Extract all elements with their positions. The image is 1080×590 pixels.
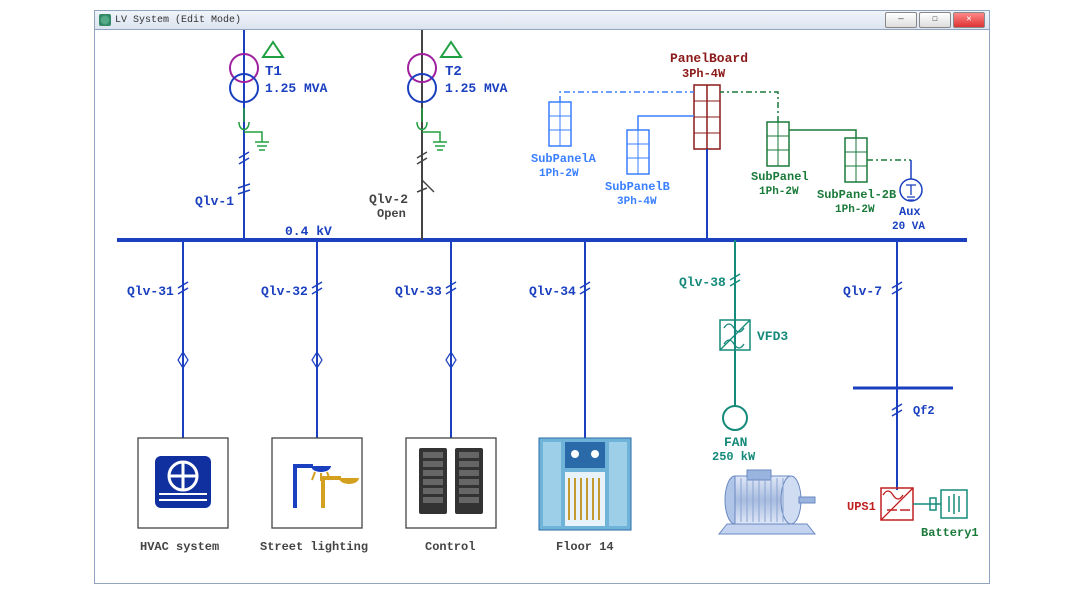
breaker-qlv38[interactable]: Qlv-38 [679,275,726,290]
street-light-icon [295,466,359,508]
panelboard-cfg: 3Ph-4W [682,67,726,81]
battery-label: Battery1 [921,526,979,540]
panelboard-label: PanelBoard [670,51,748,66]
ups-label: UPS1 [847,500,876,514]
feeder-ups[interactable]: Qlv-7 Qf2 UPS1 Battery1 [843,240,979,540]
feeder-control[interactable]: Qlv-33 Control [395,240,496,554]
fan-label: FAN [724,435,747,450]
window-close-button[interactable]: ✕ [953,12,985,28]
load-street-label: Street lighting [260,540,368,554]
subpanel-a-cfg: 1Ph-2W [539,168,579,180]
aux-label: Aux [899,205,921,219]
bus-voltage: 0.4 kV [285,224,332,239]
breaker-qlv34[interactable]: Qlv-34 [529,284,576,299]
t2-rating: 1.25 MVA [445,81,508,96]
single-line-diagram: T1 1.25 MVA Qlv-1 T2 [97,30,987,580]
hvac-icon [155,456,211,508]
app-icon [99,14,111,26]
breaker-qlv32[interactable]: Qlv-32 [261,284,308,299]
subpanel-a[interactable]: SubPanelA 1Ph-2W [531,92,694,180]
diagram-canvas[interactable]: T1 1.25 MVA Qlv-1 T2 [97,30,987,581]
subpanel-2b-cfg: 1Ph-2W [835,204,875,216]
feeder-street[interactable]: Qlv-32 Street lighting [260,240,368,554]
t2-label: T2 [445,64,462,80]
t1-label: T1 [265,64,282,80]
motor-icon [719,470,815,534]
transformer-t1[interactable]: T1 1.25 MVA Qlv-1 [195,30,328,220]
subpanel-1-cfg: 1Ph-2W [759,186,799,198]
subpanel-1[interactable]: SubPanel 1Ph-2W [720,92,809,198]
breaker-qlv2-state: Open [377,207,406,221]
breaker-qlv31[interactable]: Qlv-31 [127,284,174,299]
breaker-qlv7[interactable]: Qlv-7 [843,284,882,299]
feeder-fan[interactable]: Qlv-38 VFD3 FAN 250 kW [679,240,815,534]
feeder-floor14[interactable]: Qlv-34 Floor 14 [529,240,631,554]
panelboard-main[interactable]: PanelBoard 3Ph-4W [670,51,748,240]
subpanel-b[interactable]: SubPanelB 3Ph-4W [605,116,694,208]
subpanel-b-cfg: 3Ph-4W [617,196,657,208]
window-titlebar: LV System (Edit Mode) — ☐ ✕ [95,11,989,30]
breaker-qlv33[interactable]: Qlv-33 [395,284,442,299]
breaker-qlv1[interactable]: Qlv-1 [195,194,234,209]
fan-rating: 250 kW [712,450,756,464]
window-minimize-button[interactable]: — [885,12,917,28]
load-hvac-label: HVAC system [140,540,219,554]
transformer-t2[interactable]: T2 1.25 MVA Qlv-2 Open [369,30,508,221]
subpanel-b-label: SubPanelB [605,180,670,194]
panel-icon [539,438,631,530]
window-frame: LV System (Edit Mode) — ☐ ✕ T1 1.25 MVA [94,10,990,584]
window-title: LV System (Edit Mode) [115,15,241,26]
server-rack-icon [419,448,483,514]
t1-rating: 1.25 MVA [265,81,328,96]
breaker-qf2[interactable]: Qf2 [913,404,935,418]
load-floor-label: Floor 14 [556,540,614,554]
subpanel-2b-label: SubPanel-2B [817,188,896,202]
feeder-hvac[interactable]: Qlv-31 HVAC system [127,240,228,554]
subpanel-1-label: SubPanel [751,170,809,184]
breaker-qlv2[interactable]: Qlv-2 [369,192,408,207]
aux-rating: 20 VA [892,221,925,233]
window-maximize-button[interactable]: ☐ [919,12,951,28]
load-control-label: Control [425,540,475,554]
vfd-label: VFD3 [757,329,788,344]
subpanel-a-label: SubPanelA [531,152,597,166]
